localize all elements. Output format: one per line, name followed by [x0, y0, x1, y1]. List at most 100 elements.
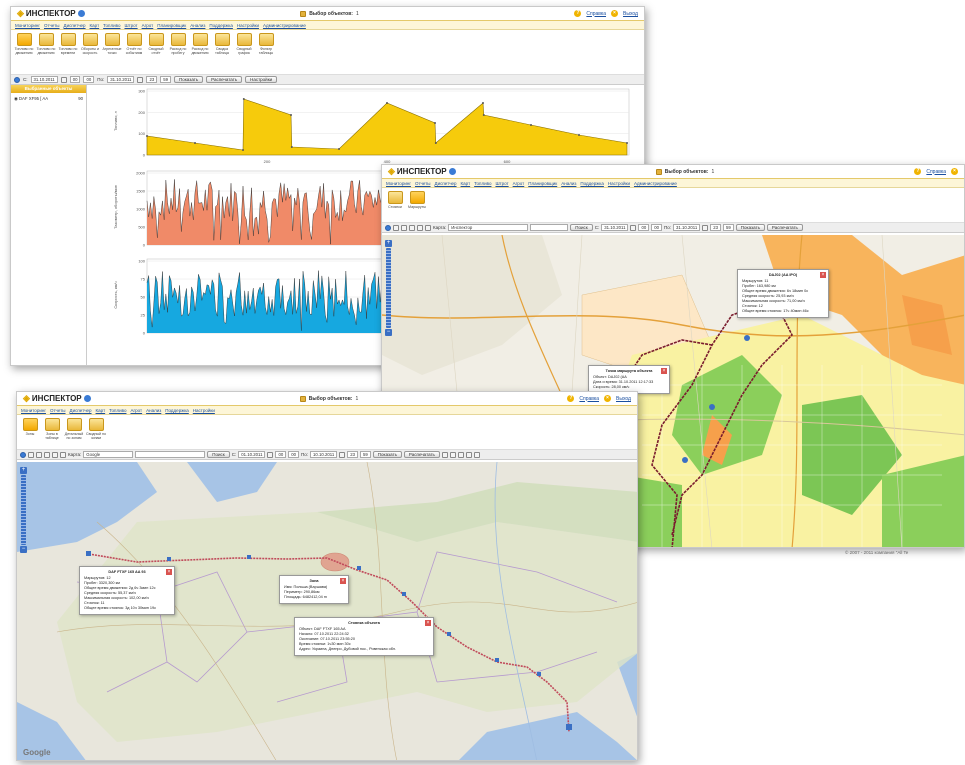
zoom-out-icon[interactable]: − [20, 546, 27, 553]
print-button[interactable]: Распечатать [403, 451, 440, 458]
menu-item[interactable]: Анализ [561, 181, 576, 186]
to-date-input[interactable]: 31.10.2011 [673, 224, 701, 231]
help-icon[interactable]: ? [914, 168, 922, 175]
map-zoom-control[interactable]: + − [20, 467, 27, 553]
calendar-icon[interactable] [267, 451, 274, 458]
app-logo[interactable]: ◈ ИНСПЕКТОР [23, 393, 91, 404]
toolbar-button[interactable]: Сводка таблица [212, 33, 232, 55]
toolbar-button[interactable]: Топливо по времени [58, 33, 78, 55]
toolbar-button[interactable]: Сводный график [234, 33, 254, 55]
menu-item[interactable]: Топливо [103, 23, 120, 28]
draw-icon[interactable] [417, 224, 423, 231]
menu-item[interactable]: Отчеты [44, 23, 60, 28]
object-row[interactable]: ◉ DAF XF95 [ AA 90 [11, 93, 86, 105]
close-icon[interactable]: × [820, 272, 826, 278]
to-minute-input[interactable]: 59 [723, 224, 734, 231]
search-button[interactable]: Поиск [207, 451, 230, 458]
calendar-icon[interactable] [339, 451, 346, 458]
zoom-slider[interactable] [386, 248, 391, 328]
search-input[interactable] [530, 224, 569, 231]
app-logo[interactable]: ◈ ИНСПЕКТОР [388, 166, 456, 177]
settings-button[interactable]: Настройки [245, 76, 278, 83]
menu-item[interactable]: Диспетчер [64, 23, 86, 28]
help-link[interactable]: Справка [579, 396, 599, 402]
app-logo[interactable]: ◈ ИНСПЕКТОР [17, 8, 85, 19]
from-minute-input[interactable]: 00 [83, 76, 95, 83]
menu-item[interactable]: Карт [90, 23, 100, 28]
menu-item[interactable]: Агрот [513, 181, 525, 186]
close-icon[interactable]: × [425, 620, 431, 626]
calendar-icon[interactable] [702, 224, 709, 231]
show-button[interactable]: Показать [174, 76, 204, 83]
toolbar-button[interactable]: Агрегатные точки [102, 33, 122, 55]
close-icon[interactable]: × [340, 578, 346, 584]
menu-item[interactable]: Штрот [495, 181, 508, 186]
clear-icon[interactable] [425, 224, 431, 231]
toolbar-button[interactable]: Маршруты [407, 191, 427, 209]
print-button[interactable]: Распечатать [766, 224, 803, 231]
menu-item[interactable]: Диспетчер [435, 181, 457, 186]
zoom-in-tool-icon[interactable] [28, 451, 34, 458]
pan-icon[interactable] [20, 451, 26, 458]
pointer-icon[interactable] [441, 451, 448, 458]
menu-item[interactable]: Администрирование [263, 23, 306, 28]
help-link[interactable]: Справка [586, 11, 606, 17]
exit-link[interactable]: Выход [616, 396, 631, 402]
toolbar-button[interactable]: Зоны в таблице [42, 418, 62, 440]
menu-item[interactable]: Поддержка [580, 181, 603, 186]
from-hour-select[interactable]: 00 [638, 224, 650, 231]
menu-item[interactable]: Анализ [146, 408, 161, 413]
zoom-in-icon[interactable]: + [20, 467, 27, 474]
show-button[interactable]: Показать [372, 451, 402, 458]
menu-item[interactable]: Планировщик [157, 23, 186, 28]
calendar-icon[interactable] [137, 76, 144, 83]
object-selection[interactable]: Выбор объектов: 1 [300, 10, 359, 17]
zoom-in-icon[interactable]: + [385, 240, 392, 247]
from-minute-input[interactable]: 00 [651, 224, 663, 231]
delete-icon[interactable] [465, 451, 472, 458]
menu-item[interactable]: Карт [461, 181, 471, 186]
toolbar-button[interactable]: Расход по пробегу [168, 33, 188, 55]
exit-link[interactable]: Выход [623, 11, 638, 17]
help-icon[interactable]: ? [574, 10, 582, 17]
to-hour-select[interactable]: 23 [146, 76, 158, 83]
menu-item[interactable]: Настройки [237, 23, 259, 28]
pan-icon[interactable] [385, 224, 391, 231]
from-minute-input[interactable]: 00 [288, 451, 300, 458]
menu-item[interactable]: Поддержка [165, 408, 188, 413]
to-minute-input[interactable]: 59 [160, 76, 171, 83]
to-minute-input[interactable]: 59 [360, 451, 371, 458]
menu-item[interactable]: Поддержка [209, 23, 232, 28]
menu-item[interactable]: Настройки [608, 181, 630, 186]
zoom-slider[interactable] [21, 475, 26, 545]
nav-back-icon[interactable] [14, 76, 20, 83]
help-icon[interactable]: ? [567, 395, 575, 402]
toolbar-button[interactable]: Расход по движению [190, 33, 210, 55]
print-button[interactable]: Распечатать [206, 76, 243, 83]
menu-item[interactable]: Штрот [124, 23, 137, 28]
measure-icon[interactable] [44, 451, 50, 458]
menu-item[interactable]: Топливо [109, 408, 126, 413]
menu-item[interactable]: Мониторинг [15, 23, 40, 28]
save-icon[interactable] [473, 451, 480, 458]
zoom-in-tool-icon[interactable] [393, 224, 399, 231]
close-icon[interactable]: × [166, 569, 172, 575]
exit-icon[interactable]: × [950, 168, 958, 175]
menu-item[interactable]: Отчеты [50, 408, 66, 413]
menu-item[interactable]: Администрирование [634, 181, 677, 186]
menu-item[interactable]: Диспетчер [70, 408, 92, 413]
menu-item[interactable]: Отчеты [415, 181, 431, 186]
toolbar-button[interactable]: Зоны [20, 418, 40, 436]
rectangle-icon[interactable] [449, 451, 456, 458]
menu-item[interactable]: Мониторинг [386, 181, 411, 186]
toolbar-button[interactable]: Фильтр таблицы [256, 33, 276, 55]
menu-item[interactable]: Агрот [142, 23, 154, 28]
to-hour-select[interactable]: 23 [347, 451, 358, 458]
map-select[interactable]: Инспектор [448, 224, 529, 231]
object-selection[interactable]: Выбор объектов: 1 [655, 168, 714, 175]
menu-item[interactable]: Планировщик [528, 181, 557, 186]
toolbar-button[interactable]: Сводный по зонам [86, 418, 106, 440]
zoom-out-tool-icon[interactable] [401, 224, 407, 231]
menu-item[interactable]: Топливо [474, 181, 491, 186]
object-selection[interactable]: Выбор объектов: 1 [299, 395, 358, 402]
